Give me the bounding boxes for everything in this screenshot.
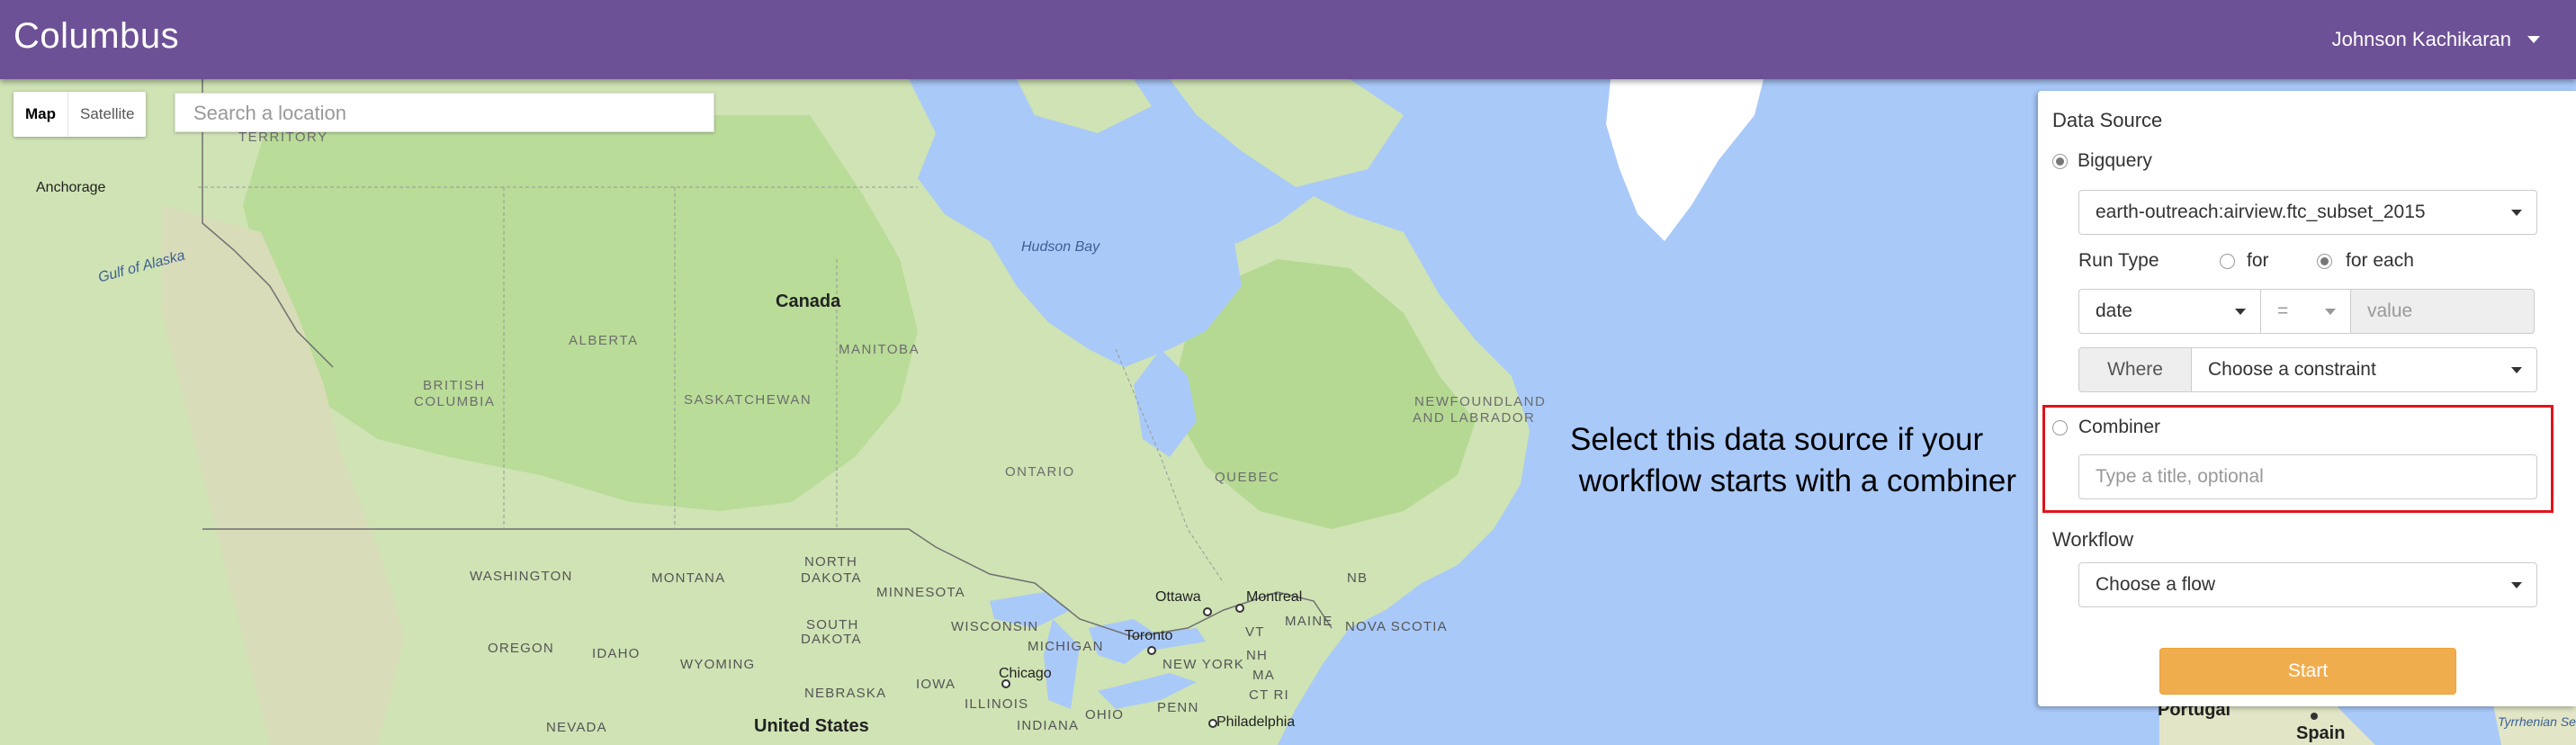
map-label: United States [754,716,869,736]
map-label: NEWFOUNDLAND [1414,394,1547,409]
map-label: NOVA SCOTIA [1345,619,1448,634]
map-label: MINNESOTA [876,585,965,600]
data-source-panel: Data Source Bigquery earth-outreach:airv… [2038,91,2576,706]
map-label: Montreal [1246,589,1303,605]
map-label: ALBERTA [569,333,639,348]
map-label: QUEBEC [1215,470,1280,485]
map-label: OREGON [488,641,554,656]
map-label: Anchorage [36,180,106,195]
data-source-title: Data Source [2052,109,2163,131]
map-label: Tyrrhenian Se [2498,714,2576,729]
run-type-for-each-label[interactable]: for each [2346,250,2414,272]
field-value: date [2096,301,2132,321]
map-type-satellite-button[interactable]: Satellite [68,92,146,137]
flow-value: Choose a flow [2096,574,2216,595]
map-label: NORTH [804,554,858,570]
user-menu[interactable]: Johnson Kachikaran [2332,28,2540,51]
map-label: BRITISH [423,378,486,393]
map-label: NEBRASKA [804,686,887,701]
value-input[interactable]: value [2350,289,2535,334]
map-label: VT [1245,624,1265,640]
map-label: AND LABRADOR [1413,410,1536,426]
map-label: Toronto [1125,628,1173,643]
app-header: Columbus Johnson Kachikaran [0,0,2576,79]
bigquery-radio[interactable] [2052,154,2068,169]
bigquery-label[interactable]: Bigquery [2078,150,2152,172]
map-label: PENN [1157,700,1199,715]
field-select[interactable]: date [2078,289,2261,334]
run-type-for-each-radio[interactable] [2317,254,2332,269]
map-type-control: Map Satellite [13,92,147,137]
bigquery-table-select[interactable]: earth-outreach:airview.ftc_subset_2015 [2078,190,2537,235]
map-label: ONTARIO [1005,464,1075,480]
map-label: MA [1252,668,1275,683]
map-label: INDIANA [1017,718,1080,733]
chevron-down-icon [2511,210,2522,216]
map-label: MAINE [1285,614,1333,629]
map-label: MANITOBA [839,342,920,357]
location-search-input[interactable]: Search a location [175,93,714,132]
chevron-down-icon [2235,309,2246,315]
map-type-map-button[interactable]: Map [13,92,68,137]
bigquery-table-value: earth-outreach:airview.ftc_subset_2015 [2096,202,2426,222]
map-label: Ottawa [1155,589,1201,605]
start-button[interactable]: Start [2159,648,2456,695]
map-label: Chicago [999,666,1052,681]
map-label: WISCONSIN [951,619,1039,634]
run-type-for-label[interactable]: for [2247,250,2269,272]
map-label: MONTANA [651,570,726,586]
run-type-for-radio[interactable] [2220,254,2235,269]
app-title[interactable]: Columbus [13,16,179,57]
run-type-label: Run Type [2078,250,2159,271]
map-label: NEVADA [546,720,607,735]
map-label: Hudson Bay [1021,239,1100,255]
map-label: NH [1246,648,1269,663]
chevron-down-icon [2511,367,2522,373]
map-label: SASKATCHEWAN [684,392,812,408]
map-label: WASHINGTON [470,569,573,584]
user-name[interactable]: Johnson Kachikaran [2332,28,2511,51]
annotation-text: Select this data source if your workflow… [1570,419,2016,502]
operator-value: = [2277,301,2289,321]
chevron-down-icon [2511,582,2522,588]
map-label: Spain [2296,723,2346,743]
operator-select[interactable]: = [2260,289,2351,334]
map-label: ILLINOIS [965,696,1029,712]
constraint-select[interactable]: Choose a constraint [2191,347,2537,392]
map-label: Philadelphia [1216,714,1296,730]
flow-select[interactable]: Choose a flow [2078,562,2537,607]
chevron-down-icon[interactable] [2527,36,2540,43]
map-label: MICHIGAN [1028,639,1104,654]
combiner-highlight-box [2042,405,2554,513]
map-label: COLUMBIA [414,394,496,409]
map-label: OHIO [1085,707,1125,723]
map-label: IOWA [916,677,956,692]
annotation-line-1: Select this data source if your [1570,422,1984,457]
constraint-value: Choose a constraint [2208,359,2376,380]
map-label: DAKOTA [801,632,862,647]
annotation-line-2: workflow starts with a combiner [1570,463,2016,498]
map-label: DAKOTA [801,570,862,586]
where-addon: Where [2078,347,2192,392]
map-label: NEW YORK [1162,657,1245,672]
map-label: IDAHO [592,646,641,661]
chevron-down-icon [2325,309,2336,315]
map-label: SOUTH [806,617,859,633]
map-label: WYOMING [680,657,756,672]
map-label: NB [1347,570,1369,586]
map-label: CT RI [1249,687,1289,703]
map-label: Canada [776,292,841,311]
workflow-title: Workflow [2052,528,2134,551]
